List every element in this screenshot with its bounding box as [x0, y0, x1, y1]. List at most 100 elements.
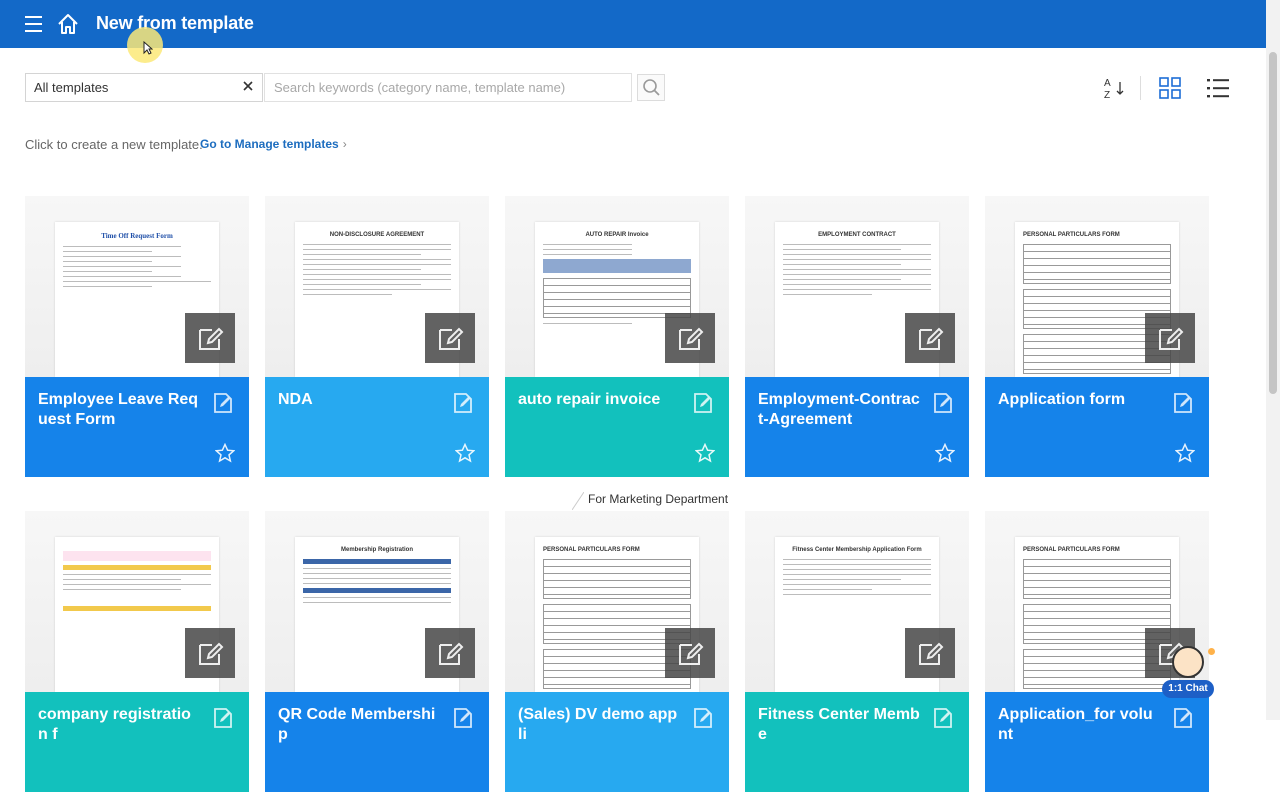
edit-template-button[interactable] [185, 313, 235, 363]
template-card[interactable]: PERSONAL PARTICULARS FORM (Sales) DV dem… [505, 511, 729, 792]
use-template-icon[interactable] [691, 706, 715, 730]
template-preview: AUTO REPAIR Invoice [505, 196, 729, 377]
edit-template-button[interactable] [905, 628, 955, 678]
card-title: NDA [278, 391, 313, 408]
card-title: Application_for volunt [998, 706, 1153, 743]
edit-icon [919, 642, 944, 665]
card-footer: auto repair invoice [505, 377, 729, 477]
edit-template-button[interactable] [1145, 313, 1195, 363]
card-footer: Application_for volunt [985, 692, 1209, 792]
template-preview: PERSONAL PARTICULARS FORM [505, 511, 729, 692]
doc-title: PERSONAL PARTICULARS FORM [1023, 547, 1120, 553]
notification-dot [1208, 648, 1215, 655]
sort-az-icon[interactable]: A Z [1102, 76, 1128, 100]
template-card[interactable]: NON-DISCLOSURE AGREEMENT NDA [265, 196, 489, 477]
star-icon[interactable] [215, 443, 235, 463]
card-title: auto repair invoice [518, 391, 661, 408]
star-icon[interactable] [935, 443, 955, 463]
edit-icon [679, 327, 704, 350]
doc-title: Fitness Center Membership Application Fo… [792, 547, 922, 553]
doc-title: AUTO REPAIR Invoice [585, 232, 649, 238]
template-card[interactable]: Membership Registration QR Code Membersh… [265, 511, 489, 792]
menu-icon[interactable] [25, 16, 42, 32]
card-title: QR Code Membership [278, 706, 436, 743]
edit-template-button[interactable] [665, 313, 715, 363]
star-icon[interactable] [1175, 443, 1195, 463]
card-title: Fitness Center Membe [758, 706, 920, 743]
template-card[interactable]: EMPLOYMENT CONTRACT Employment-Contract-… [745, 196, 969, 477]
home-icon[interactable] [56, 12, 80, 36]
scrollbar-thumb[interactable] [1269, 52, 1277, 394]
doc-title: PERSONAL PARTICULARS FORM [543, 547, 640, 553]
template-preview: Fitness Center Membership Application Fo… [745, 511, 969, 692]
use-template-icon[interactable] [451, 706, 475, 730]
star-icon[interactable] [695, 443, 715, 463]
chat-avatar-icon [1172, 646, 1204, 678]
edit-icon [679, 642, 704, 665]
use-template-icon[interactable] [211, 706, 235, 730]
doc-title: PERSONAL PARTICULARS FORM [1023, 232, 1120, 238]
template-card[interactable]: Fitness Center Membership Application Fo… [745, 511, 969, 792]
use-template-icon[interactable] [931, 706, 955, 730]
grid-view-icon[interactable] [1158, 76, 1182, 100]
edit-template-button[interactable] [905, 313, 955, 363]
edit-template-button[interactable] [425, 313, 475, 363]
chevron-right-icon: › [342, 137, 347, 151]
search-icon [643, 79, 660, 96]
edit-icon [439, 327, 464, 350]
edit-icon [1159, 327, 1184, 350]
hint-text: Click to create a new template. [25, 137, 203, 152]
use-template-icon[interactable] [1171, 706, 1195, 730]
card-title: Application form [998, 391, 1126, 408]
clear-icon[interactable] [242, 80, 254, 92]
edit-template-button[interactable] [425, 628, 475, 678]
card-title: Employment-Contract-Agreement [758, 391, 920, 428]
use-template-icon[interactable] [451, 391, 475, 415]
search-button[interactable] [637, 74, 665, 101]
template-preview: EMPLOYMENT CONTRACT [745, 196, 969, 377]
card-footer: Employment-Contract-Agreement [745, 377, 969, 477]
edit-icon [919, 327, 944, 350]
use-template-icon[interactable] [1171, 391, 1195, 415]
category-tag-label: For Marketing Department [588, 492, 729, 506]
list-view-icon[interactable] [1206, 77, 1230, 99]
svg-text:Z: Z [1104, 90, 1110, 100]
doc-title: EMPLOYMENT CONTRACT [818, 232, 896, 238]
doc-title: NON-DISCLOSURE AGREEMENT [329, 232, 425, 238]
chat-widget-button[interactable]: 1:1 Chat [1162, 646, 1215, 698]
manage-templates-link[interactable]: Go to Manage templates › [200, 137, 347, 151]
card-footer: NDA [265, 377, 489, 477]
use-template-icon[interactable] [691, 391, 715, 415]
card-title: (Sales) DV demo appli [518, 706, 678, 743]
template-filter-select[interactable]: All templates [25, 73, 263, 102]
edit-icon [199, 642, 224, 665]
edit-template-button[interactable] [185, 628, 235, 678]
card-footer: (Sales) DV demo appli [505, 692, 729, 792]
card-footer: Employee Leave Request Form [25, 377, 249, 477]
page-title: New from template [96, 13, 254, 33]
use-template-icon[interactable] [931, 391, 955, 415]
filter-value: All templates [34, 80, 109, 95]
card-title: Employee Leave Request Form [38, 391, 199, 428]
edit-template-button[interactable] [665, 628, 715, 678]
template-preview [25, 511, 249, 692]
mouse-cursor-icon [143, 41, 153, 55]
card-title: company registration f [38, 706, 191, 743]
card-footer: Fitness Center Membe [745, 692, 969, 792]
manage-templates-label: Go to Manage templates [200, 137, 339, 151]
search-input[interactable] [264, 73, 632, 102]
template-card[interactable]: PERSONAL PARTICULARS FORM Application fo… [985, 196, 1209, 477]
template-preview: Time Off Request Form [25, 196, 249, 377]
card-footer: Application form [985, 377, 1209, 477]
template-card[interactable]: Time Off Request Form Employee Leave Req… [25, 196, 249, 477]
chat-label: 1:1 Chat [1162, 680, 1214, 698]
tag-fold-icon [572, 492, 584, 510]
doc-title: Time Off Request Form [101, 232, 173, 240]
template-card[interactable]: AUTO REPAIR Invoice auto repair invoice [505, 196, 729, 477]
scrollbar[interactable] [1266, 0, 1280, 720]
template-card[interactable]: company registration f [25, 511, 249, 792]
template-preview: PERSONAL PARTICULARS FORM [985, 196, 1209, 377]
top-bar: New from template [0, 0, 1280, 48]
star-icon[interactable] [455, 443, 475, 463]
use-template-icon[interactable] [211, 391, 235, 415]
